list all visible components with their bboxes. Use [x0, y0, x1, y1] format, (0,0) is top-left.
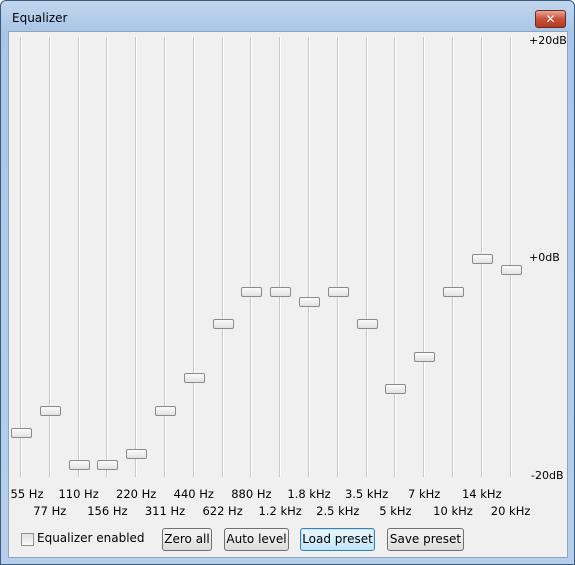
band-label: 14 kHz	[461, 487, 502, 501]
band-label: 7 kHz	[408, 487, 441, 501]
slider-track-10[interactable]	[308, 37, 310, 477]
slider-track-7[interactable]	[221, 37, 224, 477]
slider-handle-8[interactable]	[241, 286, 263, 297]
band-label: 2.5 kHz	[316, 504, 360, 518]
slider-track-13[interactable]	[394, 37, 397, 477]
zero-all-button[interactable]: Zero all	[162, 528, 212, 551]
client-area: +20dB +0dB -20dB Equalizer enabled Zero …	[8, 31, 568, 558]
slider-handle-13[interactable]	[385, 384, 407, 395]
band-label: 77 Hz	[33, 504, 67, 518]
window-title: Equalizer	[12, 11, 68, 25]
band-label: 10 kHz	[433, 504, 473, 518]
slider-track-4[interactable]	[135, 37, 138, 477]
slider-track-8[interactable]	[250, 37, 253, 477]
slider-track-9[interactable]	[279, 37, 282, 477]
slider-handle-7[interactable]	[212, 319, 234, 330]
scale-top-label: +20dB	[529, 34, 567, 47]
slider-handle-11[interactable]	[327, 286, 349, 297]
slider-handle-6[interactable]	[183, 373, 205, 384]
slider-track-11[interactable]	[336, 37, 339, 477]
slider-handle-0[interactable]	[11, 427, 32, 438]
close-x-icon: ✕	[545, 12, 556, 26]
band-label: 1.2 kHz	[258, 504, 302, 518]
load-preset-button[interactable]: Load preset	[300, 528, 375, 551]
slider-track-6[interactable]	[192, 37, 195, 477]
slider-handle-12[interactable]	[356, 319, 378, 330]
slider-handle-16[interactable]	[471, 254, 493, 264]
slider-handle-15[interactable]	[443, 286, 464, 297]
band-label: 220 Hz	[116, 487, 157, 501]
band-label: 110 Hz	[58, 487, 99, 501]
equalizer-enabled-checkbox[interactable]	[21, 533, 34, 546]
slider-track-2[interactable]	[77, 37, 80, 477]
slider-track-15[interactable]	[452, 37, 454, 477]
band-label: 3.5 kHz	[344, 487, 389, 501]
slider-track-14[interactable]	[423, 37, 426, 477]
band-label: 1.8 kHz	[287, 487, 331, 501]
slider-handle-2[interactable]	[68, 460, 90, 471]
slider-handle-1[interactable]	[39, 405, 61, 416]
slider-handle-17[interactable]	[500, 264, 522, 275]
equalizer-window: Equalizer ✕ +20dB +0dB -20dB Equalizer e…	[0, 0, 575, 565]
slider-handle-3[interactable]	[97, 460, 119, 471]
band-label: 311 Hz	[144, 504, 186, 518]
close-button[interactable]: ✕	[535, 10, 566, 28]
slider-track-3[interactable]	[106, 37, 109, 477]
band-label: 20 kHz	[490, 504, 531, 518]
slider-track-0[interactable]	[20, 37, 22, 477]
band-label: 5 kHz	[379, 504, 412, 518]
slider-handle-9[interactable]	[270, 286, 292, 297]
slider-handle-14[interactable]	[414, 351, 436, 362]
band-label: 622 Hz	[202, 504, 243, 518]
slider-handle-5[interactable]	[155, 405, 176, 416]
auto-level-button[interactable]: Auto level	[224, 528, 289, 551]
band-label: 55 Hz	[10, 487, 44, 501]
save-preset-button[interactable]: Save preset	[387, 528, 464, 551]
scale-bottom-label: -20dB	[531, 469, 564, 482]
band-label: 440 Hz	[173, 487, 214, 501]
slider-handle-10[interactable]	[299, 297, 320, 308]
slider-handle-4[interactable]	[126, 449, 148, 460]
equalizer-enabled-label[interactable]: Equalizer enabled	[37, 531, 145, 545]
slider-track-17[interactable]	[509, 37, 512, 477]
band-label: 880 Hz	[231, 487, 272, 501]
band-label: 156 Hz	[87, 504, 128, 518]
scale-middle-label: +0dB	[529, 251, 560, 264]
slider-track-12[interactable]	[365, 37, 368, 477]
